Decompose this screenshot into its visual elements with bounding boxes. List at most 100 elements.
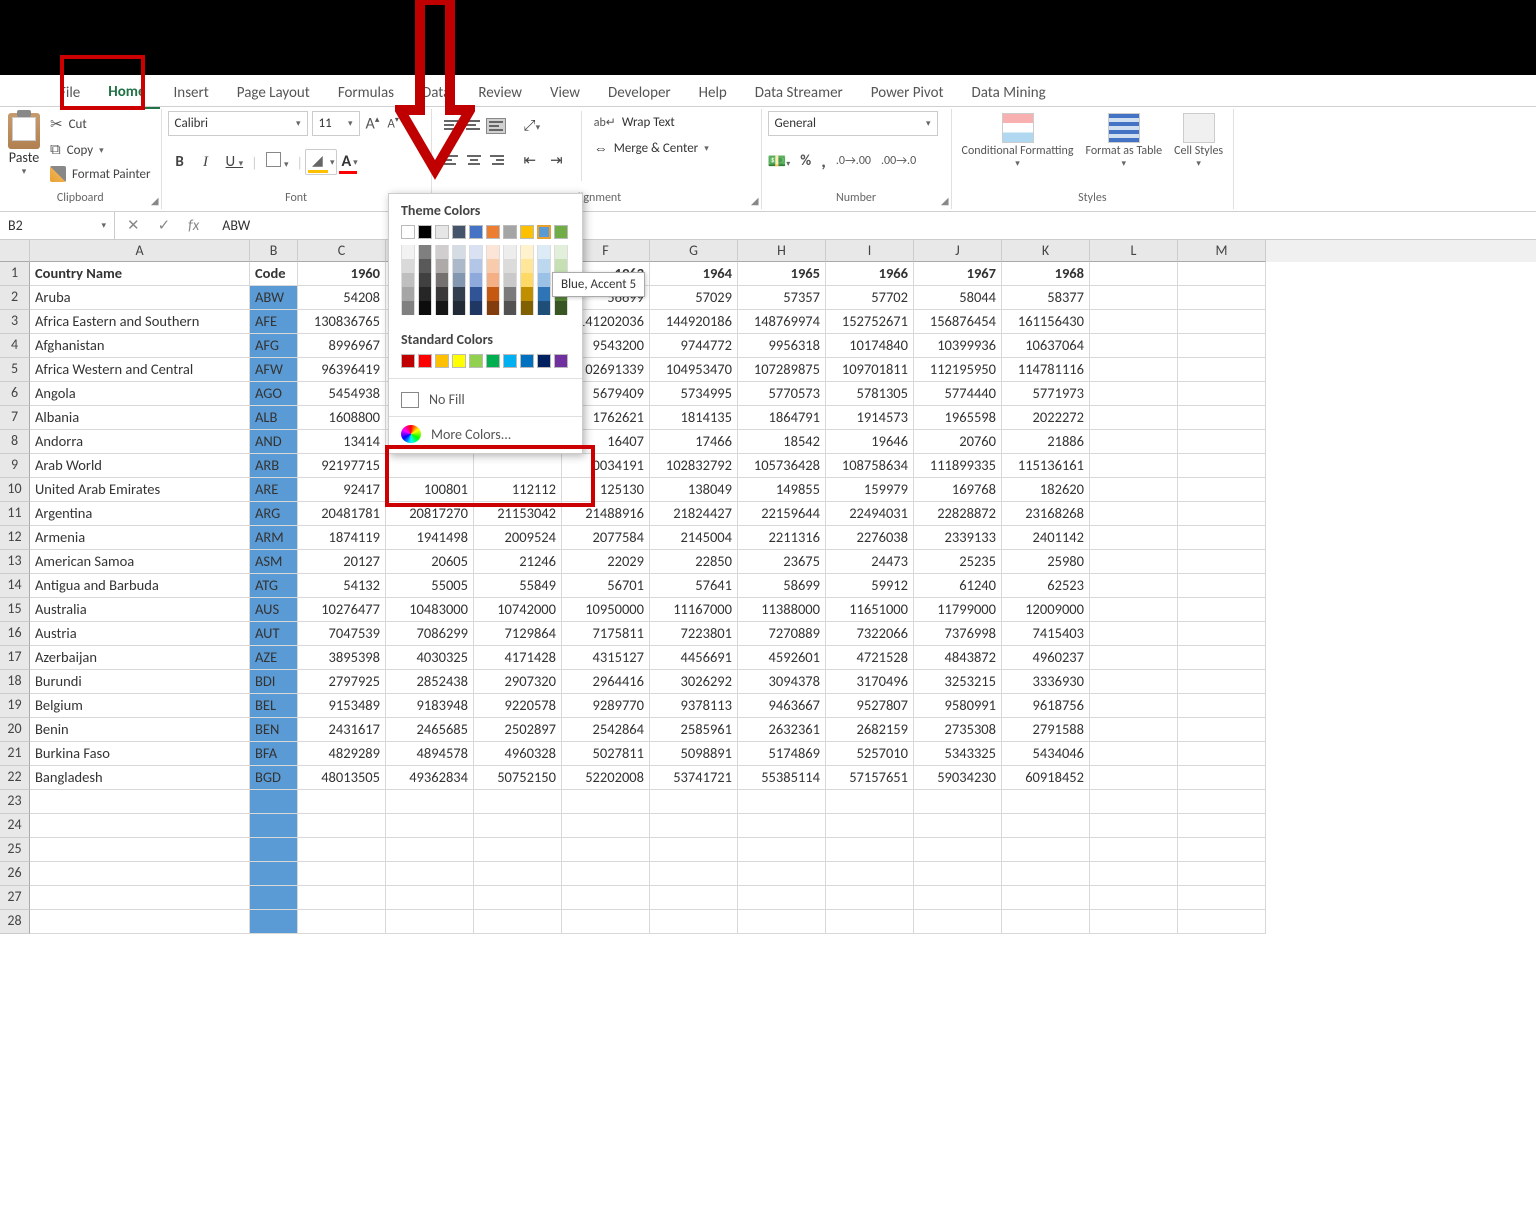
standard-color-swatch[interactable] bbox=[469, 354, 483, 368]
cell[interactable] bbox=[1178, 430, 1266, 454]
cell[interactable] bbox=[562, 862, 650, 886]
cell[interactable]: 12009000 bbox=[1002, 598, 1090, 622]
cell[interactable]: BFA bbox=[250, 742, 298, 766]
theme-color-swatch[interactable] bbox=[520, 225, 534, 239]
cell[interactable]: 2145004 bbox=[650, 526, 738, 550]
cell[interactable] bbox=[826, 910, 914, 934]
cell[interactable]: ARB bbox=[250, 454, 298, 478]
cell[interactable] bbox=[914, 838, 1002, 862]
shade-swatch[interactable] bbox=[418, 287, 432, 301]
cell[interactable] bbox=[1090, 598, 1178, 622]
shade-swatch[interactable] bbox=[435, 245, 449, 259]
cell[interactable] bbox=[250, 886, 298, 910]
cell[interactable]: 59034230 bbox=[914, 766, 1002, 790]
cell[interactable]: 3026292 bbox=[650, 670, 738, 694]
cell[interactable]: ABW bbox=[250, 286, 298, 310]
cell[interactable] bbox=[1178, 862, 1266, 886]
cell[interactable]: 9463667 bbox=[738, 694, 826, 718]
cell[interactable] bbox=[30, 886, 250, 910]
cell[interactable]: 5027811 bbox=[562, 742, 650, 766]
standard-color-swatch[interactable] bbox=[503, 354, 517, 368]
cell[interactable] bbox=[298, 814, 386, 838]
align-right-button[interactable] bbox=[486, 153, 506, 169]
cell[interactable]: Armenia bbox=[30, 526, 250, 550]
theme-color-swatch[interactable] bbox=[469, 225, 483, 239]
font-name-select[interactable]: Calibri▾ bbox=[168, 111, 308, 136]
tab-data-mining[interactable]: Data Mining bbox=[958, 78, 1060, 108]
cell[interactable] bbox=[562, 886, 650, 910]
tab-data-streamer[interactable]: Data Streamer bbox=[741, 78, 857, 108]
cell[interactable]: AFW bbox=[250, 358, 298, 382]
cell[interactable] bbox=[1178, 622, 1266, 646]
cell[interactable]: Country Name bbox=[30, 262, 250, 286]
cell[interactable]: 62523 bbox=[1002, 574, 1090, 598]
cell[interactable]: 2276038 bbox=[826, 526, 914, 550]
paste-button[interactable]: Paste ▾ bbox=[6, 111, 42, 179]
cell[interactable] bbox=[562, 814, 650, 838]
cell[interactable] bbox=[562, 838, 650, 862]
cell[interactable] bbox=[826, 886, 914, 910]
cell[interactable]: 1608800 bbox=[298, 406, 386, 430]
cell[interactable]: 21824427 bbox=[650, 502, 738, 526]
shade-swatch[interactable] bbox=[554, 259, 568, 273]
cell[interactable] bbox=[738, 814, 826, 838]
cell[interactable] bbox=[386, 790, 474, 814]
cell[interactable]: 10399936 bbox=[914, 334, 1002, 358]
cell[interactable]: 1960 bbox=[298, 262, 386, 286]
cell[interactable]: Austria bbox=[30, 622, 250, 646]
row-header[interactable]: 23 bbox=[0, 790, 30, 814]
cell[interactable] bbox=[298, 862, 386, 886]
cell[interactable]: 109701811 bbox=[826, 358, 914, 382]
cell[interactable] bbox=[474, 886, 562, 910]
cell[interactable] bbox=[1090, 838, 1178, 862]
row-header[interactable]: 22 bbox=[0, 766, 30, 790]
cell[interactable] bbox=[1090, 670, 1178, 694]
cell[interactable]: 115136161 bbox=[1002, 454, 1090, 478]
shade-swatch[interactable] bbox=[469, 259, 483, 273]
cell[interactable] bbox=[1090, 766, 1178, 790]
cell[interactable]: 7175811 bbox=[562, 622, 650, 646]
cell[interactable] bbox=[1178, 790, 1266, 814]
shade-swatch[interactable] bbox=[418, 301, 432, 315]
cell[interactable]: 161156430 bbox=[1002, 310, 1090, 334]
decrease-decimal-button[interactable]: .00→.0 bbox=[881, 154, 916, 168]
shade-swatch[interactable] bbox=[469, 287, 483, 301]
merge-center-button[interactable]: ⇔Merge & Center ▾ bbox=[594, 140, 709, 157]
cell[interactable]: 54208 bbox=[298, 286, 386, 310]
cell[interactable]: 9956318 bbox=[738, 334, 826, 358]
column-header[interactable]: K bbox=[1002, 240, 1090, 262]
cell[interactable]: Albania bbox=[30, 406, 250, 430]
cell[interactable] bbox=[1178, 550, 1266, 574]
shade-swatch[interactable] bbox=[469, 273, 483, 287]
cell[interactable]: Azerbaijan bbox=[30, 646, 250, 670]
cell-styles-button[interactable]: Cell Styles▾ bbox=[1170, 111, 1227, 171]
accounting-format-button[interactable]: 💵▾ bbox=[768, 152, 791, 171]
cell[interactable]: 57029 bbox=[650, 286, 738, 310]
column-header[interactable]: L bbox=[1090, 240, 1178, 262]
cell[interactable]: Antigua and Barbuda bbox=[30, 574, 250, 598]
cell[interactable] bbox=[1178, 382, 1266, 406]
row-header[interactable]: 25 bbox=[0, 838, 30, 862]
cell[interactable]: 20605 bbox=[386, 550, 474, 574]
cell[interactable] bbox=[650, 910, 738, 934]
column-header[interactable]: M bbox=[1178, 240, 1266, 262]
shade-swatch[interactable] bbox=[418, 273, 432, 287]
cell[interactable] bbox=[738, 838, 826, 862]
cell[interactable]: AFG bbox=[250, 334, 298, 358]
row-header[interactable]: 11 bbox=[0, 502, 30, 526]
cell[interactable]: 5774440 bbox=[914, 382, 1002, 406]
cell[interactable] bbox=[386, 886, 474, 910]
cell[interactable]: 22850 bbox=[650, 550, 738, 574]
cell[interactable] bbox=[298, 838, 386, 862]
cell[interactable]: 7223801 bbox=[650, 622, 738, 646]
cell[interactable]: 19646 bbox=[826, 430, 914, 454]
cell[interactable]: 57641 bbox=[650, 574, 738, 598]
cell[interactable] bbox=[1178, 742, 1266, 766]
cell[interactable]: 8996967 bbox=[298, 334, 386, 358]
cell[interactable]: BEL bbox=[250, 694, 298, 718]
shade-swatch[interactable] bbox=[418, 245, 432, 259]
cell[interactable]: Burundi bbox=[30, 670, 250, 694]
bold-button[interactable]: B bbox=[168, 149, 192, 175]
shade-swatch[interactable] bbox=[401, 273, 415, 287]
shade-swatch[interactable] bbox=[503, 245, 517, 259]
